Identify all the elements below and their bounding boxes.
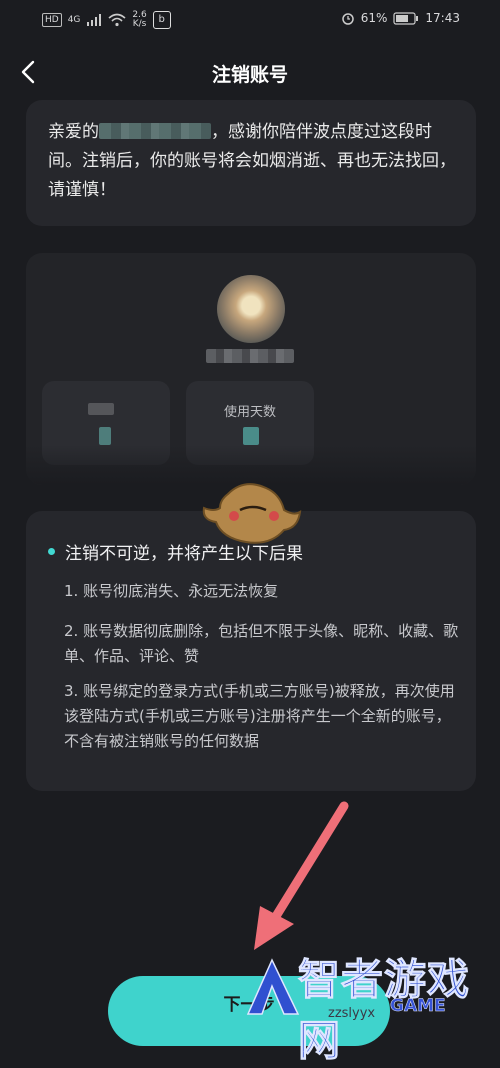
- bullet-dot-icon: [48, 548, 55, 555]
- signal-icon: [87, 14, 102, 26]
- network-gen: 4G: [67, 15, 81, 25]
- battery-percent: 61%: [360, 11, 388, 25]
- watermark-logo-icon: [246, 958, 300, 1015]
- greeting-prefix: 亲爱的: [48, 122, 99, 142]
- status-right: 61% 17:43: [341, 11, 460, 25]
- consequence-item-3: 3. 账号绑定的登录方式(手机或三方账号)被释放，再次使用该登陆方式(手机或三方…: [64, 682, 455, 750]
- consequence-item-2: 2. 账号数据彻底删除，包括但不限于头像、昵称、收藏、歌单、作品、评论、赞: [64, 622, 459, 665]
- stat-label-days-used: 使用天数: [223, 405, 276, 420]
- alarm-icon: [341, 13, 354, 25]
- stat-value-blurred: [243, 427, 259, 445]
- annotation-arrow-icon: [254, 801, 349, 950]
- farewell-message: 亲爱的 ，感谢你陪伴波点度过这段时间。注销后，你的账号将会如烟消逝、再也无法找回，…: [48, 118, 458, 205]
- status-left: HD 4G 2.6 K/s b: [42, 11, 171, 29]
- status-bar: HD 4G 2.6 K/s b 61% 17:43: [0, 0, 500, 40]
- page-title: 注销账号: [211, 64, 288, 86]
- speed-unit: K/s: [132, 19, 147, 29]
- consequences-card: 注销不可逆，并将产生以下后果 1. 账号彻底消失、永远无法恢复 2. 账号数据彻…: [26, 511, 476, 791]
- watermark-site: zzslyyx: [328, 1006, 376, 1021]
- battery-icon: [393, 11, 419, 25]
- consequence-item-1: 1. 账号彻底消失、永远无法恢复: [64, 582, 279, 600]
- watermark: 智者游戏网 zzslyyx GAME: [240, 940, 500, 1066]
- blurred-username: [99, 123, 211, 139]
- blurred-nickname: [206, 349, 294, 363]
- profile-card: 使用天数: [26, 253, 476, 485]
- hd-badge: HD: [42, 13, 62, 27]
- avatar: [217, 275, 285, 343]
- app-notification-icon: b: [152, 11, 171, 29]
- farewell-message-card: 亲爱的 ，感谢你陪伴波点度过这段时间。注销后，你的账号将会如烟消逝、再也无法找回，…: [26, 100, 476, 226]
- wifi-icon: [108, 13, 126, 27]
- clock: 17:43: [425, 11, 460, 25]
- stat-value-blurred: [99, 427, 111, 445]
- nav-bar: 注销账号: [0, 50, 500, 94]
- mascot-icon: [202, 483, 302, 544]
- watermark-english: GAME: [390, 996, 446, 1017]
- network-speed: 2.6 K/s: [132, 11, 146, 29]
